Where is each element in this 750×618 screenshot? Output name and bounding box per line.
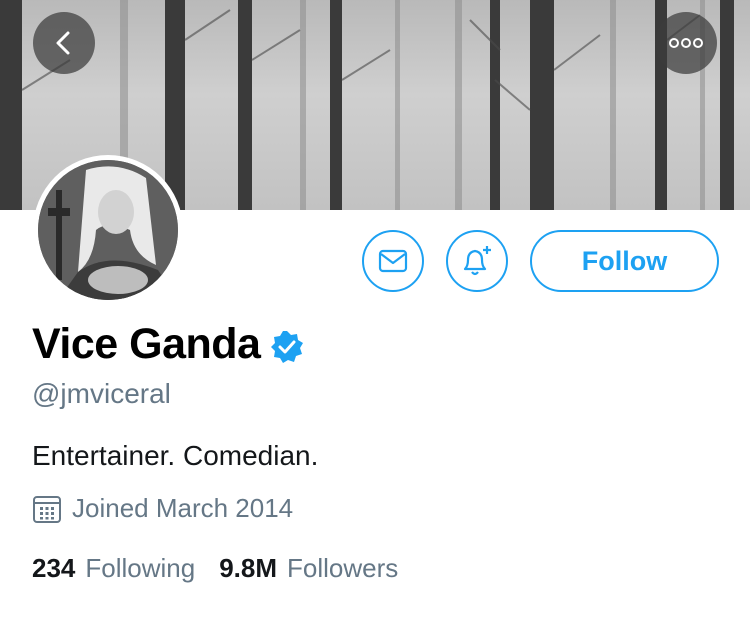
following-link[interactable]: 234 Following (32, 553, 195, 584)
back-button[interactable] (33, 12, 95, 74)
joined-date-row: Joined March 2014 (32, 493, 293, 524)
more-options-button[interactable] (655, 12, 717, 74)
avatar[interactable] (38, 160, 178, 300)
ellipsis-icon (669, 38, 703, 48)
display-name: Vice Ganda (32, 320, 261, 368)
follow-stats: 234 Following 9.8M Followers (32, 553, 398, 584)
notifications-button[interactable] (446, 230, 508, 292)
profile-bio: Entertainer. Comedian. (32, 440, 319, 471)
joined-date: Joined March 2014 (72, 493, 294, 523)
followers-label: Followers (287, 553, 399, 583)
follow-button[interactable]: Follow (530, 230, 719, 292)
bell-plus-icon (463, 246, 491, 276)
envelope-icon (378, 249, 408, 273)
profile-name-row: Vice Ganda (32, 320, 304, 369)
avatar-image (38, 160, 178, 300)
following-label: Following (85, 553, 196, 583)
followers-count: 9.8M (219, 553, 278, 583)
following-count: 234 (32, 553, 76, 583)
followers-link[interactable]: 9.8M Followers (219, 553, 398, 584)
avatar-frame[interactable] (33, 155, 183, 305)
chevron-left-icon (56, 31, 70, 55)
message-button[interactable] (362, 230, 424, 292)
calendar-icon (33, 495, 61, 523)
verified-badge-icon (271, 330, 304, 363)
username-handle: @jmviceral (32, 378, 171, 409)
